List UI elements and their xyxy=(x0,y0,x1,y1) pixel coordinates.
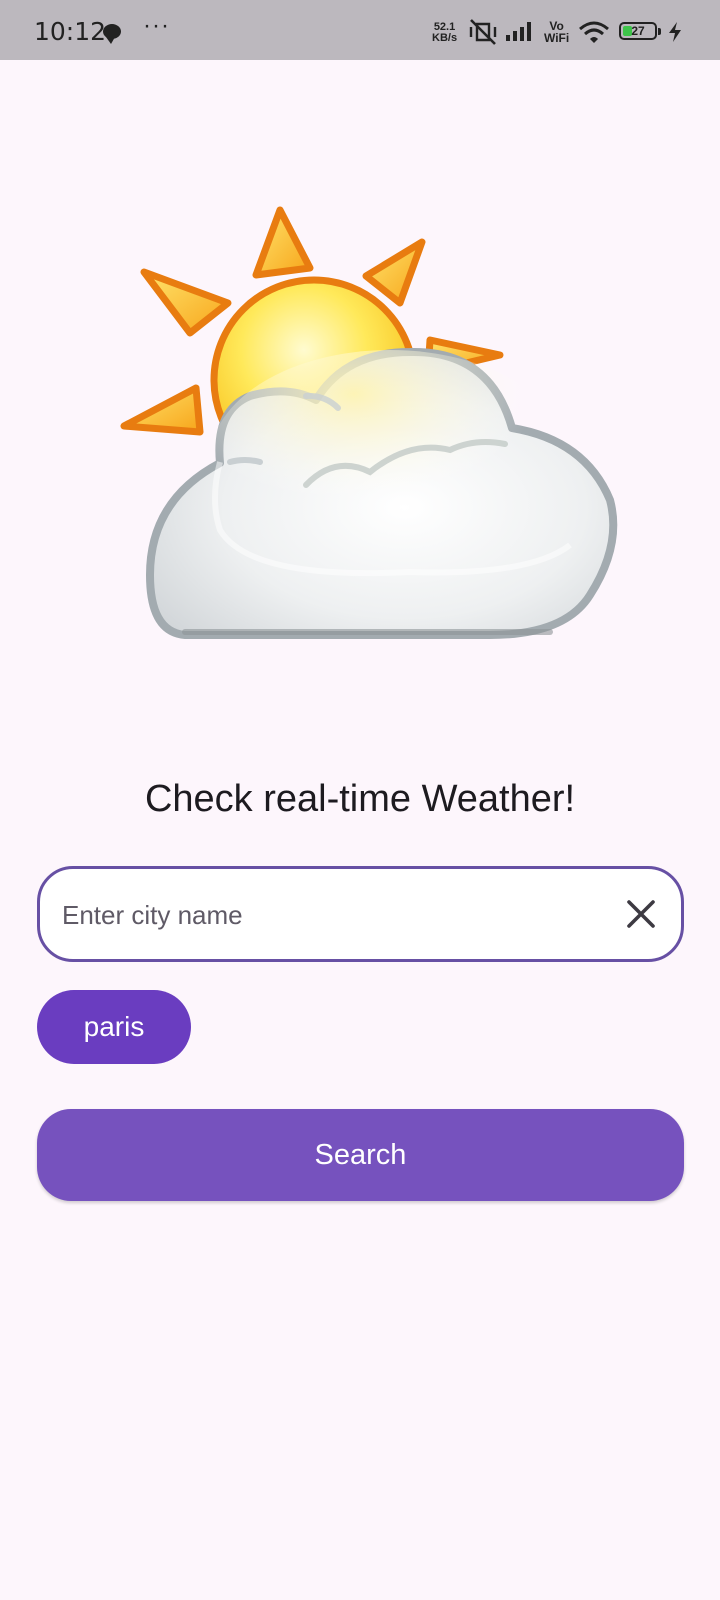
network-speed-unit: KB/s xyxy=(432,32,458,44)
chat-notification-icon xyxy=(103,24,121,44)
more-notifications-icon: ··· xyxy=(143,12,170,39)
vowifi-indicator: Vo WiFi xyxy=(544,20,569,44)
recent-city-chip-label: paris xyxy=(83,1011,145,1042)
network-speed: 52.1 KB/s xyxy=(432,22,457,44)
recent-city-chip[interactable]: paris xyxy=(37,990,191,1064)
vibrate-off-icon xyxy=(469,19,497,45)
charging-icon xyxy=(669,22,681,42)
status-bar: 10:12 ··· 52.1 KB/s Vo WiFi 27 xyxy=(0,0,720,60)
close-icon[interactable] xyxy=(624,897,658,931)
battery-cap xyxy=(658,28,661,35)
vowifi-label: WiFi xyxy=(544,31,570,45)
page-title: Check real-time Weather! xyxy=(144,778,576,820)
battery-level: 27 xyxy=(631,24,645,38)
partly-cloudy-icon xyxy=(120,206,618,639)
cellular-signal-icon xyxy=(506,22,531,41)
search-button[interactable]: Search xyxy=(37,1109,684,1201)
status-time: 10:12 xyxy=(34,17,107,46)
city-search-field[interactable] xyxy=(37,866,684,962)
wifi-icon xyxy=(579,21,609,43)
battery-icon: 27 xyxy=(619,22,661,40)
city-search-input[interactable] xyxy=(60,869,604,961)
